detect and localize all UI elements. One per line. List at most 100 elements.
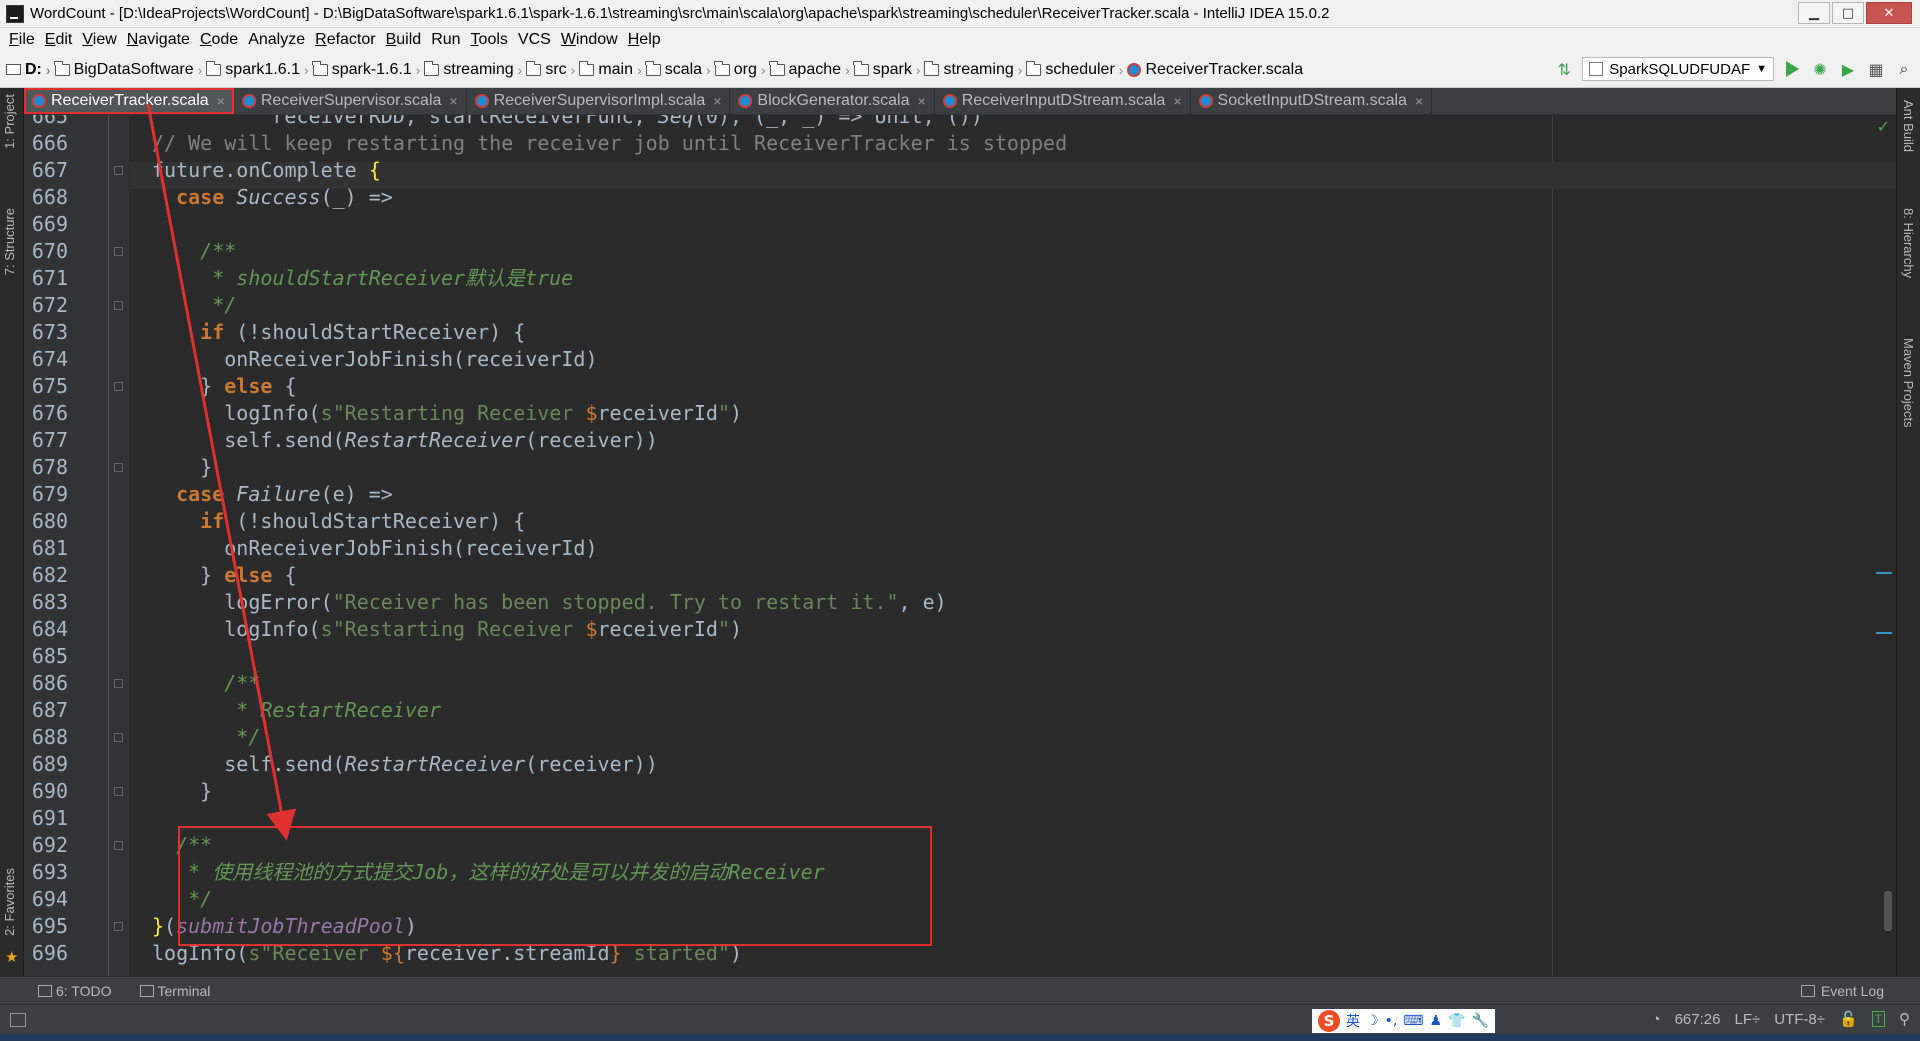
code-line[interactable]: } <box>200 778 212 805</box>
error-stripe-mark[interactable] <box>1876 572 1892 574</box>
code-line[interactable]: receiverRDD, startReceiverFunc, Seq(0), … <box>272 115 982 130</box>
menu-item[interactable]: Edit <box>40 31 78 49</box>
code-line[interactable]: logError("Receiver has been stopped. Try… <box>224 589 946 616</box>
inspection-icon[interactable]: T <box>1871 1011 1885 1027</box>
run-config-select[interactable]: SparkSQLUDFUDAF ▼ <box>1582 57 1774 81</box>
todo-tool-tab[interactable]: 6: TODO <box>38 983 112 999</box>
breadcrumb-item[interactable]: streaming › <box>923 60 1022 79</box>
event-log-tool-tab[interactable]: Event Log <box>1800 983 1884 999</box>
punctuation-icon[interactable]: •, <box>1385 1013 1398 1029</box>
favorites-tool-tab[interactable]: 2: Favorites <box>2 868 17 936</box>
editor-tab[interactable]: ReceiverSupervisor.scala × <box>234 88 467 114</box>
ime-toolbar[interactable]: S 英 ☽ •, ⌨ ♟ 👕 🔧 <box>1312 1009 1495 1033</box>
editor-tab[interactable]: SocketInputDStream.scala × <box>1191 88 1433 114</box>
line-separator[interactable]: LF÷ <box>1734 1011 1760 1028</box>
fold-marker-icon[interactable] <box>114 166 123 175</box>
breadcrumb-item[interactable]: apache › <box>769 60 850 79</box>
code-line[interactable]: logInfo(s"Restarting Receiver $receiverI… <box>224 616 742 643</box>
breadcrumb-item[interactable]: spark-1.6.1 › <box>312 60 420 79</box>
lock-icon[interactable]: 🔓 <box>1839 1010 1858 1028</box>
menu-item[interactable]: Build <box>381 31 427 49</box>
editor-tab[interactable]: ReceiverInputDStream.scala × <box>935 88 1191 114</box>
build-icon[interactable]: ⇅ <box>1554 59 1574 79</box>
structure-tool-tab[interactable]: 7: Structure <box>2 208 17 275</box>
breadcrumb-item[interactable]: spark › <box>853 60 920 79</box>
skin-icon[interactable]: 👕 <box>1448 1013 1465 1029</box>
menu-item[interactable]: Code <box>195 31 243 49</box>
notifications-icon[interactable]: ⚲ <box>1899 1010 1910 1028</box>
close-tab-icon[interactable]: × <box>217 93 225 109</box>
editor-tab[interactable]: ReceiverSupervisorImpl.scala × <box>467 88 731 114</box>
error-stripe-mark[interactable] <box>1876 632 1892 634</box>
code-line[interactable]: // We will keep restarting the receiver … <box>152 130 1067 157</box>
moon-icon[interactable]: ☽ <box>1366 1013 1379 1029</box>
project-structure-icon[interactable]: ▦ <box>1866 59 1886 79</box>
close-tab-icon[interactable]: × <box>449 93 457 109</box>
close-tab-icon[interactable]: × <box>713 93 721 109</box>
close-tab-icon[interactable]: × <box>918 93 926 109</box>
project-tool-tab[interactable]: 1: Project <box>2 94 17 149</box>
code-line[interactable]: case Failure(e) => <box>176 481 393 508</box>
breadcrumb-item[interactable]: scheduler › <box>1025 60 1123 79</box>
code-line[interactable]: /** <box>224 670 260 697</box>
search-icon[interactable]: ⌕ <box>1894 59 1914 79</box>
terminal-tool-tab[interactable]: Terminal <box>139 983 210 999</box>
menu-item[interactable]: Refactor <box>310 31 380 49</box>
close-window-button[interactable]: ✕ <box>1866 2 1912 24</box>
code-line[interactable]: */ <box>224 724 260 751</box>
fold-marker-icon[interactable] <box>114 733 123 742</box>
code-line[interactable]: */ <box>200 292 236 319</box>
fold-marker-icon[interactable] <box>114 463 123 472</box>
menu-item[interactable]: Help <box>623 31 666 49</box>
fold-marker-icon[interactable] <box>114 787 123 796</box>
scrollbar-thumb[interactable] <box>1884 891 1892 931</box>
code-line[interactable]: } else { <box>200 373 296 400</box>
maven-projects-tool-tab[interactable]: Maven Projects <box>1901 338 1916 428</box>
editor-tab[interactable]: BlockGenerator.scala × <box>730 88 935 114</box>
code-line[interactable]: if (!shouldStartReceiver) { <box>200 319 525 346</box>
keyboard-icon[interactable]: ⌨ <box>1403 1013 1423 1029</box>
minimize-button[interactable]: ▁ <box>1798 2 1830 24</box>
menu-item[interactable]: Window <box>556 31 623 49</box>
hierarchy-tool-tab[interactable]: 8: Hierarchy <box>1901 208 1916 278</box>
code-line[interactable]: future.onComplete { <box>152 157 381 184</box>
code-line[interactable]: case Success(_) => <box>176 184 393 211</box>
coverage-icon[interactable]: ▶ <box>1838 59 1858 79</box>
menu-item[interactable]: Tools <box>466 31 513 49</box>
breadcrumb-item[interactable]: D: › <box>6 61 51 79</box>
close-tab-icon[interactable]: × <box>1415 93 1423 109</box>
menu-item[interactable]: View <box>77 31 121 49</box>
fold-marker-icon[interactable] <box>114 841 123 850</box>
toggle-tool-windows-icon[interactable] <box>10 1012 26 1027</box>
debug-icon[interactable]: ✺ <box>1810 59 1830 79</box>
breadcrumb-item[interactable]: streaming › <box>423 60 522 79</box>
code-line[interactable]: * RestartReceiver <box>224 697 441 724</box>
code-line[interactable]: logInfo(s"Restarting Receiver $receiverI… <box>224 400 742 427</box>
wrench-icon[interactable]: 🔧 <box>1472 1013 1489 1029</box>
code-line[interactable]: } <box>200 454 212 481</box>
code-line[interactable]: /** <box>200 238 236 265</box>
breadcrumb-item[interactable]: ReceiverTracker.scala <box>1127 61 1303 79</box>
file-encoding[interactable]: UTF-8÷ <box>1774 1011 1825 1028</box>
ant-build-tool-tab[interactable]: Ant Build <box>1901 100 1916 152</box>
code-line[interactable]: onReceiverJobFinish(receiverId) <box>224 346 597 373</box>
breadcrumb-item[interactable]: main › <box>578 60 642 79</box>
code-line[interactable]: self.send(RestartReceiver(receiver)) <box>224 751 658 778</box>
breadcrumb-item[interactable]: src › <box>525 60 575 79</box>
code-line[interactable]: onReceiverJobFinish(receiverId) <box>224 535 597 562</box>
menu-item[interactable]: Analyze <box>243 31 310 49</box>
code-line[interactable]: if (!shouldStartReceiver) { <box>200 508 525 535</box>
maximize-button[interactable]: □ <box>1832 2 1864 24</box>
close-tab-icon[interactable]: × <box>1173 93 1181 109</box>
editor-tab[interactable]: ReceiverTracker.scala × <box>24 88 234 114</box>
breadcrumb-item[interactable]: scala › <box>645 60 711 79</box>
ime-mode-label[interactable]: 英 <box>1346 1011 1360 1031</box>
fold-marker-icon[interactable] <box>114 301 123 310</box>
breadcrumb-item[interactable]: BigDataSoftware › <box>54 60 202 79</box>
code-line[interactable]: * shouldStartReceiver默认是true <box>200 265 573 292</box>
menu-item[interactable]: VCS <box>513 31 556 49</box>
caret-position[interactable]: 667:26 <box>1675 1011 1721 1028</box>
fold-marker-icon[interactable] <box>114 247 123 256</box>
fold-marker-icon[interactable] <box>114 922 123 931</box>
menu-item[interactable]: Navigate <box>122 31 195 49</box>
